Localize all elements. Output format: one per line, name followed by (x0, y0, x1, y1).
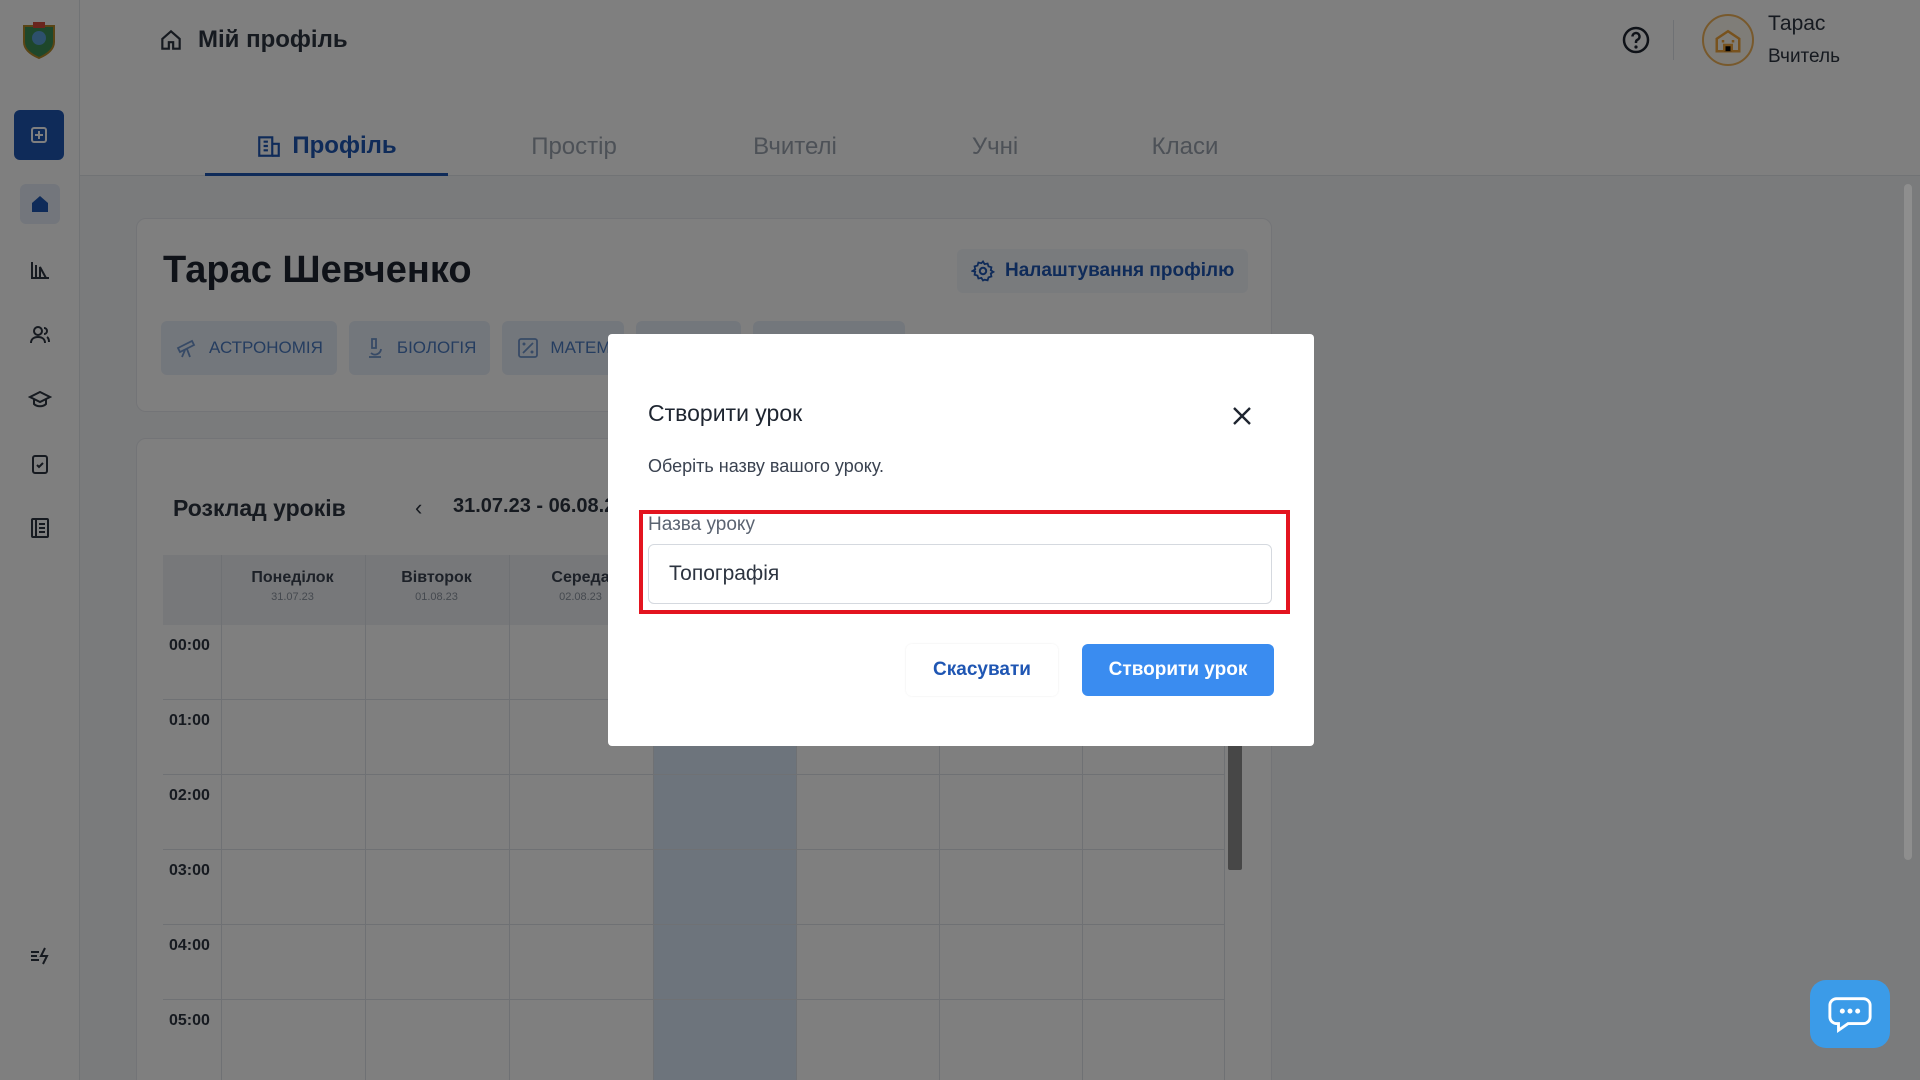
cancel-button[interactable]: Скасувати (906, 644, 1058, 696)
dialog-title: Створити урок (648, 400, 803, 426)
lesson-name-input[interactable]: Топографія (648, 544, 1272, 604)
chat-icon (1828, 997, 1872, 1034)
close-icon[interactable] (1230, 404, 1254, 428)
dialog-subtitle: Оберіть назву вашого уроку. (648, 456, 885, 476)
lesson-name-label: Назва уроку (648, 514, 755, 535)
chat-button[interactable] (1810, 980, 1890, 1048)
create-lesson-button[interactable]: Створити урок (1082, 644, 1274, 696)
page-scrollbar[interactable] (1904, 184, 1912, 860)
create-lesson-dialog: Створити урок Оберіть назву вашого уроку… (608, 334, 1314, 746)
